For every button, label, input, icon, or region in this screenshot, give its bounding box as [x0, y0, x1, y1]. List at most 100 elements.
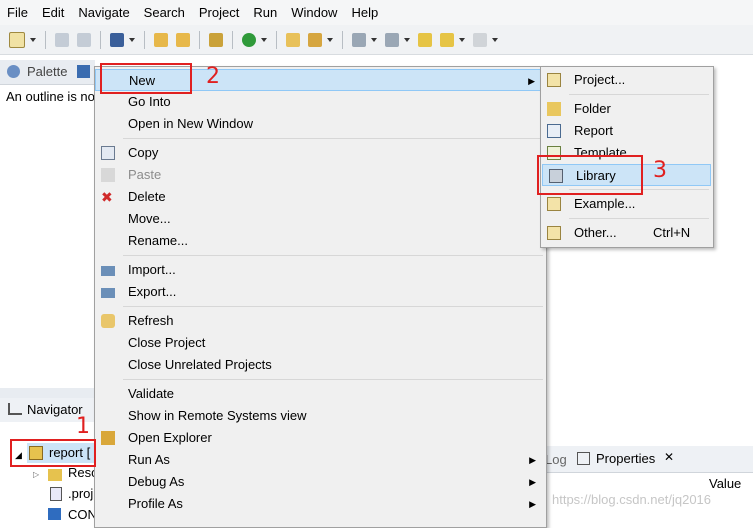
annotation-box-1	[10, 439, 96, 467]
menu-item-go-into[interactable]: Go Into	[95, 91, 546, 113]
other-wizard-icon	[547, 226, 561, 240]
menu-item-label: Folder	[574, 101, 611, 116]
context-menu: New ▶ Go Into Open in New Window Copy Pa…	[94, 66, 547, 528]
menu-item-label: Delete	[128, 189, 166, 204]
back-arrow-icon[interactable]	[440, 32, 454, 47]
file-icon	[48, 508, 61, 520]
submenu-arrow-icon: ▶	[529, 455, 536, 465]
prev-annotation-dropdown-icon[interactable]	[404, 37, 410, 42]
next-annotation-dropdown-icon[interactable]	[371, 37, 377, 42]
tree-item-project-file[interactable]: .proj	[68, 486, 93, 501]
menu-item-rename[interactable]: Rename...	[95, 230, 546, 252]
prev-annotation-icon[interactable]	[385, 32, 399, 47]
menu-item-debug-as[interactable]: Debug As ▶	[95, 471, 546, 493]
menu-file[interactable]: File	[0, 0, 35, 25]
submenu-item-folder[interactable]: Folder	[541, 98, 713, 120]
submenu-arrow-icon: ▶	[529, 499, 536, 509]
menu-edit[interactable]: Edit	[35, 0, 71, 25]
outline-message: An outline is no	[6, 89, 95, 104]
toolbar-separator	[199, 30, 200, 49]
copy-icon	[101, 146, 115, 160]
menu-search[interactable]: Search	[137, 0, 192, 25]
refresh-icon	[101, 314, 115, 328]
menu-item-label: Open in New Window	[128, 116, 253, 131]
toolbar-separator	[232, 30, 233, 49]
forward-arrow-icon[interactable]	[473, 32, 487, 47]
submenu-item-project[interactable]: Project...	[541, 69, 713, 91]
brush-icon[interactable]	[308, 32, 322, 47]
save-icon[interactable]	[55, 32, 69, 47]
menu-item-show-remote[interactable]: Show in Remote Systems view	[95, 405, 546, 427]
menu-item-import[interactable]: Import...	[95, 259, 546, 281]
close-icon[interactable]: ✕	[664, 450, 674, 464]
menu-separator	[123, 379, 543, 380]
run-icon[interactable]	[242, 32, 256, 47]
palette-icon	[7, 65, 20, 78]
back-dropdown-icon[interactable]	[459, 37, 465, 42]
last-edit-icon[interactable]	[418, 32, 432, 47]
open-folder-icon[interactable]	[286, 32, 300, 47]
menu-item-label: Rename...	[128, 233, 188, 248]
log-tab[interactable]: Log	[545, 452, 567, 467]
menu-item-label: Close Unrelated Projects	[128, 357, 272, 372]
redo-icon[interactable]	[176, 32, 190, 47]
properties-tab[interactable]: Properties	[596, 451, 655, 466]
submenu-item-example[interactable]: Example...	[541, 193, 713, 215]
monitor-dropdown-icon[interactable]	[129, 37, 135, 42]
run-dropdown-icon[interactable]	[261, 37, 267, 42]
toolbar-separator	[45, 30, 46, 49]
delete-icon: ✖	[101, 189, 113, 205]
outline-icon[interactable]	[77, 65, 90, 78]
menu-item-close-project[interactable]: Close Project	[95, 332, 546, 354]
palette-tab-bar: Palette	[0, 60, 95, 85]
menu-help[interactable]: Help	[344, 0, 385, 25]
toolbar-separator	[100, 30, 101, 49]
menu-item-copy[interactable]: Copy	[95, 142, 546, 164]
menu-separator	[123, 306, 543, 307]
forward-dropdown-icon[interactable]	[492, 37, 498, 42]
new-icon[interactable]	[9, 31, 25, 48]
menu-item-label: Show in Remote Systems view	[128, 408, 307, 423]
brush-dropdown-icon[interactable]	[327, 37, 333, 42]
menu-item-open-new-window[interactable]: Open in New Window	[95, 113, 546, 135]
menu-item-profile-as[interactable]: Profile As ▶	[95, 493, 546, 515]
menu-item-paste[interactable]: Paste	[95, 164, 546, 186]
navigator-tab[interactable]: Navigator	[27, 402, 83, 417]
submenu-item-other[interactable]: Other... Ctrl+N	[541, 222, 713, 244]
undo-icon[interactable]	[154, 32, 168, 47]
menu-item-delete[interactable]: ✖ Delete	[95, 186, 546, 208]
menu-navigate[interactable]: Navigate	[71, 0, 136, 25]
new-dropdown-icon[interactable]	[30, 37, 36, 42]
new-project-icon	[547, 73, 561, 87]
menu-item-label: Validate	[128, 386, 175, 401]
menu-run[interactable]: Run	[246, 0, 284, 25]
menu-item-export[interactable]: Export...	[95, 281, 546, 303]
menu-item-label: Project...	[574, 72, 626, 87]
submenu-arrow-icon: ▶	[528, 76, 535, 86]
menu-item-close-unrelated[interactable]: Close Unrelated Projects	[95, 354, 546, 376]
annotation-number-3: 3	[653, 158, 667, 183]
submenu-arrow-icon: ▶	[529, 477, 536, 487]
paste-icon	[101, 168, 115, 182]
xml-file-icon	[50, 487, 62, 501]
import-icon	[101, 266, 115, 276]
menu-window[interactable]: Window	[284, 0, 344, 25]
menu-bar: File Edit Navigate Search Project Run Wi…	[0, 0, 753, 25]
explorer-icon	[101, 431, 115, 445]
menu-item-open-explorer[interactable]: Open Explorer	[95, 427, 546, 449]
menu-item-move[interactable]: Move...	[95, 208, 546, 230]
monitor-icon[interactable]	[110, 32, 124, 47]
menu-item-run-as[interactable]: Run As ▶	[95, 449, 546, 471]
menu-project[interactable]: Project	[192, 0, 246, 25]
menu-item-refresh[interactable]: Refresh	[95, 310, 546, 332]
palette-tab[interactable]: Palette	[27, 64, 67, 79]
collapsed-arrow-icon[interactable]: ▷	[33, 470, 39, 479]
save-all-icon[interactable]	[77, 32, 91, 47]
menu-item-label: Debug As	[128, 474, 185, 489]
menu-item-validate[interactable]: Validate	[95, 383, 546, 405]
next-annotation-icon[interactable]	[352, 32, 366, 47]
menu-item-label: Import...	[128, 262, 176, 277]
submenu-item-report[interactable]: Report	[541, 120, 713, 142]
menu-item-label: Open Explorer	[128, 430, 212, 445]
briefcase-icon[interactable]	[209, 32, 223, 47]
